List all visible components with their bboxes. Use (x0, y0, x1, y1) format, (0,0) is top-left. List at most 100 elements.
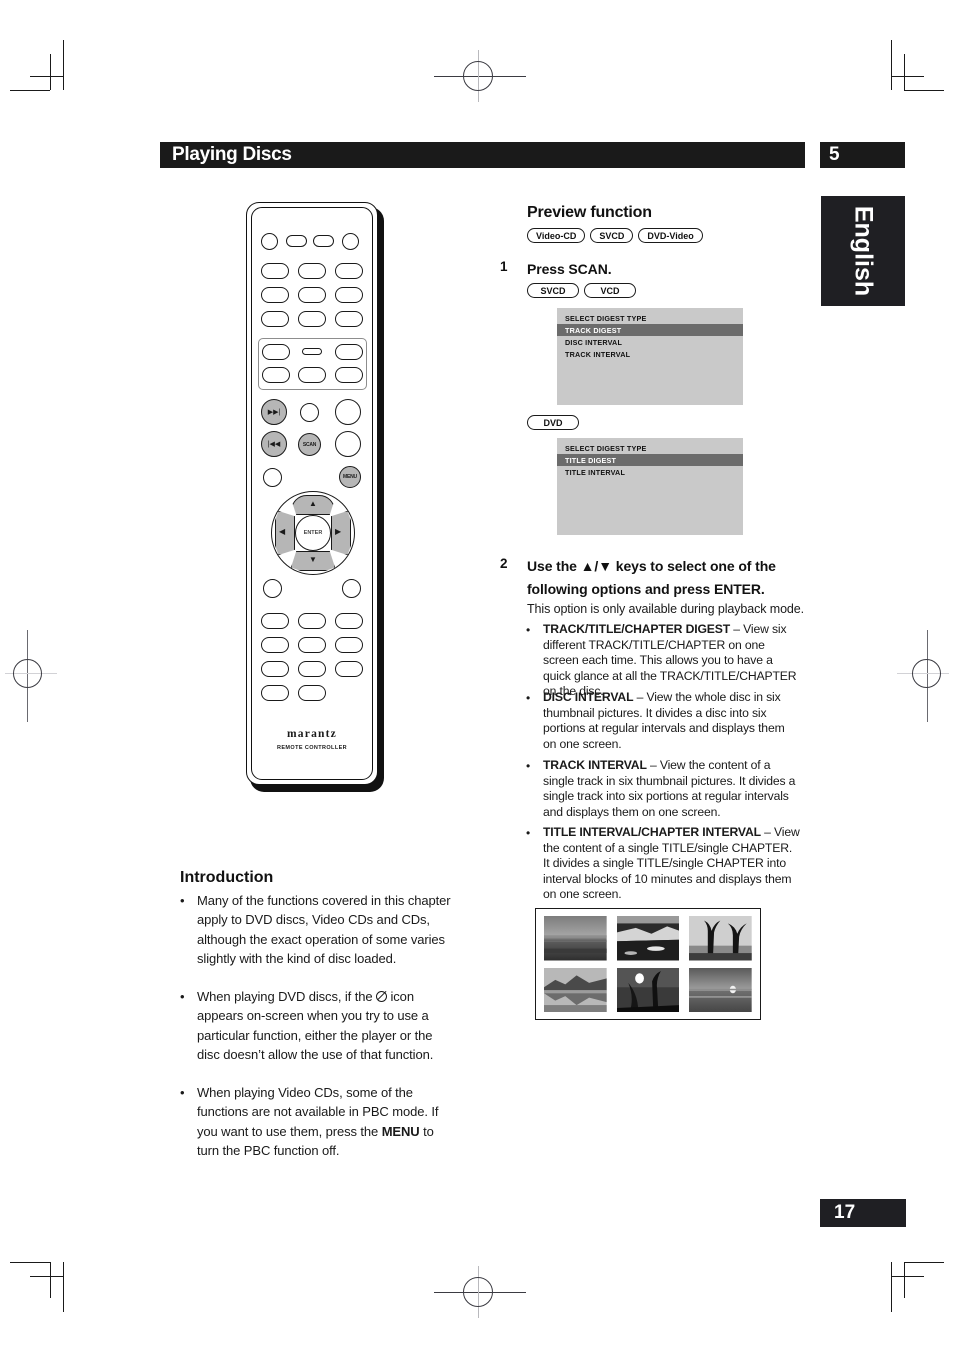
remote-button-below-dpad-right (342, 579, 361, 598)
disc-badge-svcd-step1: SVCD (527, 283, 579, 298)
remote-button-enter: ENTER (295, 515, 331, 551)
registration-mark-right (874, 630, 954, 750)
remote-button-menu: MENU (339, 466, 361, 488)
osd-vcd-row-track-digest[interactable]: TRACK DIGEST (557, 324, 743, 336)
thumbnail-6 (689, 967, 752, 1012)
introduction-bullet-1: • Many of the functions covered in this c… (180, 893, 451, 966)
disc-badge-dvd-video: DVD-Video (638, 228, 703, 243)
introduction-bullet-3: • When playing Video CDs, some of the fu… (180, 1083, 457, 1160)
thumbnail-grid (544, 916, 752, 1012)
remote-button-b2c1 (261, 637, 289, 653)
osd-vcd-row-disc-interval[interactable]: DISC INTERVAL (557, 336, 743, 348)
remote-button-r1c1 (261, 263, 289, 279)
crop-mark-top-right (874, 40, 944, 91)
remote-button-r2c2 (298, 287, 326, 303)
thumbnail-4 (544, 967, 607, 1012)
page-number: 17 (834, 1202, 856, 1223)
crop-mark-bottom-left (10, 1262, 80, 1312)
registration-mark-bottom (420, 1258, 540, 1338)
remote-button-g1c3 (335, 344, 363, 360)
step-1-badges: SVCD VCD (527, 283, 636, 298)
osd-panel-dvd: SELECT DIGEST TYPE TITLE DIGEST TITLE IN… (557, 438, 743, 535)
bullet-dot: • (526, 759, 531, 773)
bullet-dot: • (526, 826, 531, 840)
registration-mark-top (420, 22, 540, 102)
remote-brand-subtitle: REMOTE CONTROLLER (276, 745, 348, 751)
remote-button-b3c3 (335, 661, 363, 677)
step-2-title-line1: Use the ▲/▼ keys to select one of the (527, 558, 776, 574)
disc-badge-dvd: DVD (527, 415, 579, 430)
bullet-dot: • (180, 1085, 185, 1100)
thumbnail-2 (616, 916, 680, 961)
remote-button-r3c1 (261, 311, 289, 327)
page-header-bar: Playing Discs (160, 142, 805, 168)
thumbnail-1 (544, 916, 607, 961)
step-1-number: 1 (500, 259, 508, 274)
remote-button-b4c2 (298, 685, 326, 701)
language-tab-label: English (849, 205, 878, 297)
disc-badge-video-cd: Video-CD (527, 228, 586, 243)
bullet-dot: • (526, 623, 531, 637)
osd-vcd-row-track-interval[interactable]: TRACK INTERVAL (557, 348, 743, 360)
remote-button-b2c3 (335, 637, 363, 653)
crop-mark-top-left (10, 40, 80, 91)
option-disc-interval: • DISC INTERVAL – View the whole disc in… (526, 690, 801, 752)
page-number-badge: 17 (820, 1199, 906, 1227)
remote-button-pause (335, 431, 361, 457)
remote-button-b2c2 (298, 637, 326, 653)
remote-button-top-3 (313, 235, 334, 247)
remote-body: ▶▶| |◀◀ SCAN MENU ▲ ▼ ◀ ▶ ENTER marantz … (246, 202, 378, 785)
menu-keyword: MENU (381, 1123, 420, 1139)
remote-button-b3c2 (298, 661, 326, 677)
option-term: DISC INTERVAL (543, 690, 634, 704)
preview-function-title: Preview function (527, 204, 652, 221)
remote-button-play (300, 403, 319, 422)
remote-button-r2c1 (261, 287, 289, 303)
osd-dvd-row-title-interval[interactable]: TITLE INTERVAL (557, 466, 743, 478)
enter-button-label: ENTER (303, 530, 323, 536)
remote-button-g1c1 (262, 344, 290, 360)
chapter-number: 5 (829, 144, 840, 165)
remote-button-r1c3 (335, 263, 363, 279)
remote-button-b3c1 (261, 661, 289, 677)
remote-button-prev: |◀◀ (261, 431, 287, 457)
remote-button-b1c2 (298, 613, 326, 629)
step-1-dvd-badge-row: DVD (527, 415, 579, 430)
introduction-title: Introduction (180, 869, 274, 886)
remote-button-r3c3 (335, 311, 363, 327)
remote-button-b1c1 (261, 613, 289, 629)
dpad-up-icon: ▲ (309, 499, 317, 508)
bullet-dot: • (526, 691, 531, 705)
bullet-dot: • (180, 989, 185, 1004)
remote-button-next: ▶▶| (261, 399, 287, 425)
remote-brand-logo: marantz (287, 728, 337, 740)
osd-dvd-row-title-digest[interactable]: TITLE DIGEST (557, 454, 743, 466)
preview-disc-badges: Video-CD SVCD DVD-Video (527, 228, 703, 243)
menu-button-label: MENU (343, 474, 357, 480)
previous-icon: |◀◀ (267, 440, 281, 448)
remote-button-left-of-menu (263, 468, 282, 487)
remote-button-b1c3 (335, 613, 363, 629)
option-term: TRACK/TITLE/CHAPTER DIGEST (543, 622, 731, 636)
remote-button-top-4 (342, 233, 359, 250)
registration-mark-left (0, 630, 80, 750)
no-entry-icon (375, 991, 387, 1002)
remote-button-top-2 (286, 235, 307, 247)
osd-dvd-header: SELECT DIGEST TYPE (565, 443, 647, 453)
remote-button-r2c3 (335, 287, 363, 303)
step-2-title-line2: following options and press ENTER. (527, 581, 765, 597)
dpad-right-icon: ▶ (335, 527, 342, 536)
option-title-chapter-interval: • TITLE INTERVAL/CHAPTER INTERVAL – View… (526, 825, 801, 903)
option-term: TITLE INTERVAL/CHAPTER INTERVAL (543, 825, 761, 839)
bullet-dot: • (180, 893, 185, 908)
remote-button-r3c2 (298, 311, 326, 327)
intro-bullet-2-part-a: When playing DVD discs, if the (197, 989, 376, 1004)
introduction-bullet-2: • When playing DVD discs, if the icon ap… (180, 987, 452, 1064)
thumbnail-3 (689, 916, 752, 961)
remote-button-stop (335, 399, 361, 425)
step-2-note: This option is only available during pla… (527, 602, 805, 616)
option-track-title-chapter-digest: • TRACK/TITLE/CHAPTER DIGEST – View six … (526, 622, 801, 700)
osd-vcd-header: SELECT DIGEST TYPE (565, 313, 647, 323)
disc-badge-svcd: SVCD (590, 228, 634, 243)
osd-panel-vcd: SELECT DIGEST TYPE TRACK DIGEST DISC INT… (557, 308, 743, 405)
